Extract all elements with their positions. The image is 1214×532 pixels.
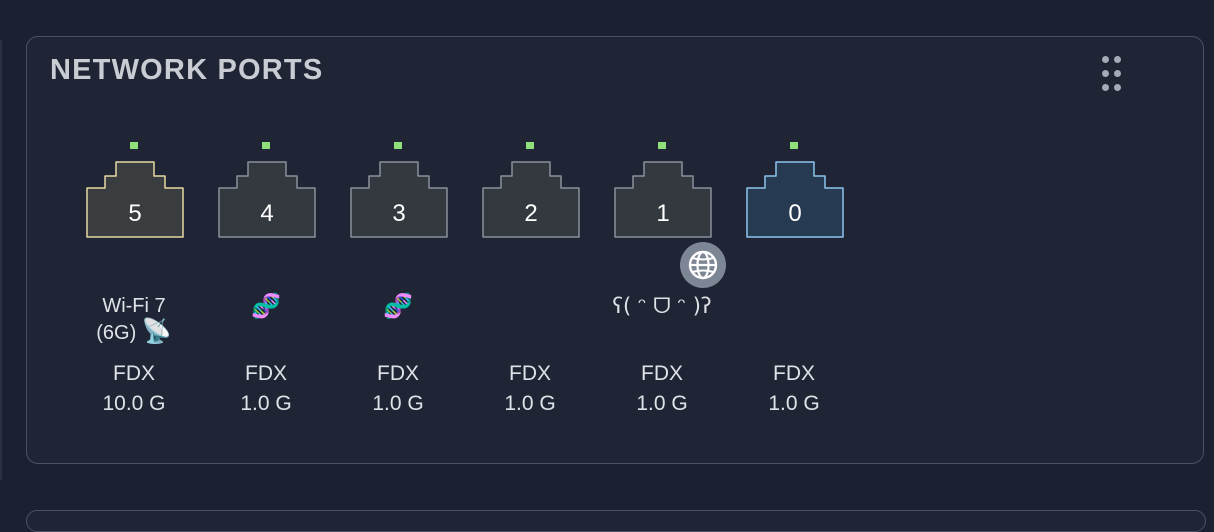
port-number: 2 xyxy=(524,200,538,227)
left-panel-edge xyxy=(0,40,2,480)
widget-title: NETWORK PORTS xyxy=(50,54,324,86)
port-number: 0 xyxy=(788,200,802,227)
link-led xyxy=(526,142,534,149)
port-duplex: FDX xyxy=(509,362,551,385)
port-3[interactable]: 3 🧬 FDX 1.0 G xyxy=(338,142,458,415)
port-duplex: FDX xyxy=(245,362,287,385)
port-speed: 1.0 G xyxy=(504,392,556,415)
satellite-antenna-icon: 📡 xyxy=(141,318,172,345)
port-speed: 1.0 G xyxy=(240,392,292,415)
link-led xyxy=(130,142,138,149)
dna-icon: 🧬 xyxy=(383,293,413,320)
port-number: 4 xyxy=(260,200,274,227)
globe-icon[interactable] xyxy=(680,242,726,288)
port-2[interactable]: 2 FDX 1.0 G xyxy=(470,142,590,415)
link-led xyxy=(658,142,666,149)
port-0[interactable]: 0 FDX 1.0 G xyxy=(734,142,854,415)
port-number: 3 xyxy=(392,200,406,227)
next-card xyxy=(26,510,1206,532)
link-led xyxy=(262,142,270,149)
port-speed: 10.0 G xyxy=(102,392,166,415)
port-duplex: FDX xyxy=(377,362,419,385)
port-speed: 1.0 G xyxy=(372,392,424,415)
port-number: 5 xyxy=(128,200,142,227)
drag-handle-icon[interactable] xyxy=(1102,56,1126,92)
port-duplex: FDX xyxy=(773,362,815,385)
link-led xyxy=(394,142,402,149)
port-4[interactable]: 4 🧬 FDX 1.0 G xyxy=(206,142,326,415)
port-speed: 1.0 G xyxy=(768,392,820,415)
dna-icon: 🧬 xyxy=(251,293,281,320)
port-speed: 1.0 G xyxy=(636,392,688,415)
port-label: ʕ( ᵔ ᗜ ᵔ )ʔ xyxy=(612,294,712,318)
port-5[interactable]: 5 Wi-Fi 7 (6G) 📡 FDX 10.0 G xyxy=(74,142,194,415)
link-led xyxy=(790,142,798,149)
port-number: 1 xyxy=(656,200,670,227)
port-label: Wi-Fi 7 (6G) 📡 xyxy=(96,295,172,345)
port-duplex: FDX xyxy=(113,362,155,385)
port-duplex: FDX xyxy=(641,362,683,385)
